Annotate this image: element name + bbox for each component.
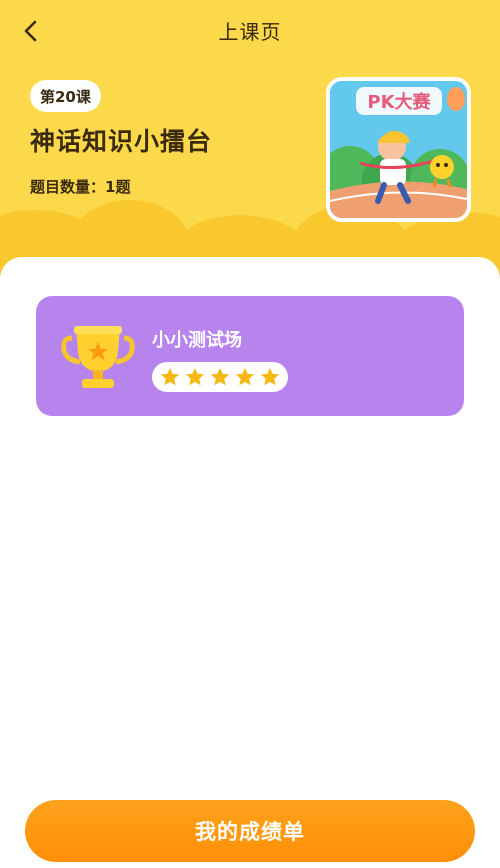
cover-label: PK大赛 xyxy=(367,91,431,113)
star-icon xyxy=(185,367,205,386)
my-report-card-button[interactable]: 我的成绩单 xyxy=(25,800,475,862)
quiz-title: 小小测试场 xyxy=(152,330,242,351)
lesson-title: 神话知识小擂台 xyxy=(30,127,213,156)
star-rating xyxy=(152,362,288,392)
page-title: 上课页 xyxy=(218,20,282,44)
lesson-number-badge: 第20课 xyxy=(30,80,101,112)
nav-bar: 上课页 xyxy=(0,0,500,62)
star-icon xyxy=(210,367,230,386)
question-count: 题目数量：1题 xyxy=(30,178,131,196)
star-icon xyxy=(235,367,255,386)
lesson-cover-image: PK大赛 xyxy=(326,77,471,222)
star-icon xyxy=(160,367,180,386)
pk-race-illustration: PK大赛 xyxy=(330,81,467,218)
star-icon xyxy=(260,367,280,386)
trophy-icon xyxy=(60,322,136,394)
